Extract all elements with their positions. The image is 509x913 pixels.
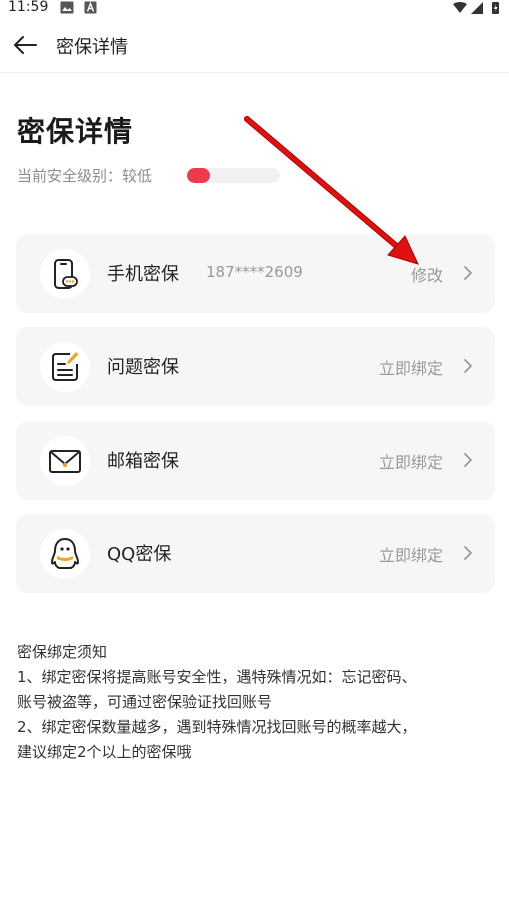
- chevron-right-icon: [464, 453, 472, 467]
- question-icon-badge: [40, 342, 90, 392]
- notice-line: 2、绑定密保数量越多，遇到特殊情况找回账号的概率越大，: [17, 718, 417, 736]
- security-level-caption: 当前安全级别：: [17, 167, 123, 185]
- chevron-right-icon: [464, 359, 472, 373]
- phone-security-item[interactable]: 手机密保 187****2609 修改: [16, 234, 495, 313]
- status-bar: 11:59: [0, 0, 509, 18]
- qq-icon-badge: [40, 529, 90, 579]
- notice-line: 账号被盗等，可通过密保验证找回账号: [17, 693, 273, 711]
- chevron-right-icon: [464, 546, 472, 560]
- chevron-right-icon: [464, 266, 472, 280]
- qq-security-title: QQ密保: [107, 544, 172, 565]
- qq-bind-action[interactable]: 立即绑定: [379, 542, 443, 566]
- qq-security-item[interactable]: QQ密保 立即绑定: [16, 514, 495, 593]
- notice-line: 建议绑定2个以上的密保哦: [17, 743, 192, 761]
- page-title: 密保详情: [17, 115, 134, 148]
- question-security-item[interactable]: 问题密保 立即绑定: [16, 327, 495, 406]
- mail-security-title: 邮箱密保: [107, 451, 179, 472]
- notice-line: 1、绑定密保将提高账号安全性，遇特殊情况如：忘记密码、: [17, 668, 417, 686]
- mail-icon-badge: [40, 436, 90, 486]
- back-arrow-icon[interactable]: [10, 30, 40, 60]
- question-icon: [52, 352, 79, 381]
- app-notification-icon: [84, 1, 97, 14]
- mail-security-item[interactable]: 邮箱密保 立即绑定: [16, 421, 495, 500]
- app-bar-title: 密保详情: [56, 37, 128, 58]
- phone-icon: [54, 259, 78, 289]
- phone-modify-action[interactable]: 修改: [411, 262, 443, 286]
- question-bind-action[interactable]: 立即绑定: [379, 355, 443, 379]
- security-level-fill: [187, 168, 211, 183]
- question-security-title: 问题密保: [107, 357, 179, 378]
- phone-icon-badge: [40, 249, 90, 299]
- mail-bind-action[interactable]: 立即绑定: [379, 449, 443, 473]
- security-level-bar: [187, 168, 280, 183]
- binding-notice: 密保绑定须知 1、绑定密保将提高账号安全性，遇特殊情况如：忘记密码、 账号被盗等…: [17, 640, 497, 765]
- phone-number: 187****2609: [206, 263, 303, 281]
- security-level-label: 当前安全级别：较低: [17, 165, 152, 186]
- status-time: 11:59: [8, 0, 49, 15]
- app-bar: 密保详情: [0, 18, 509, 73]
- phone-security-title: 手机密保: [107, 264, 179, 285]
- signal-battery-icon: [453, 2, 499, 14]
- notice-title: 密保绑定须知: [17, 643, 108, 661]
- mail-icon: [49, 450, 81, 473]
- security-level-value: 较低: [122, 167, 153, 185]
- gallery-notification-icon: [60, 1, 74, 14]
- qq-icon: [51, 538, 79, 569]
